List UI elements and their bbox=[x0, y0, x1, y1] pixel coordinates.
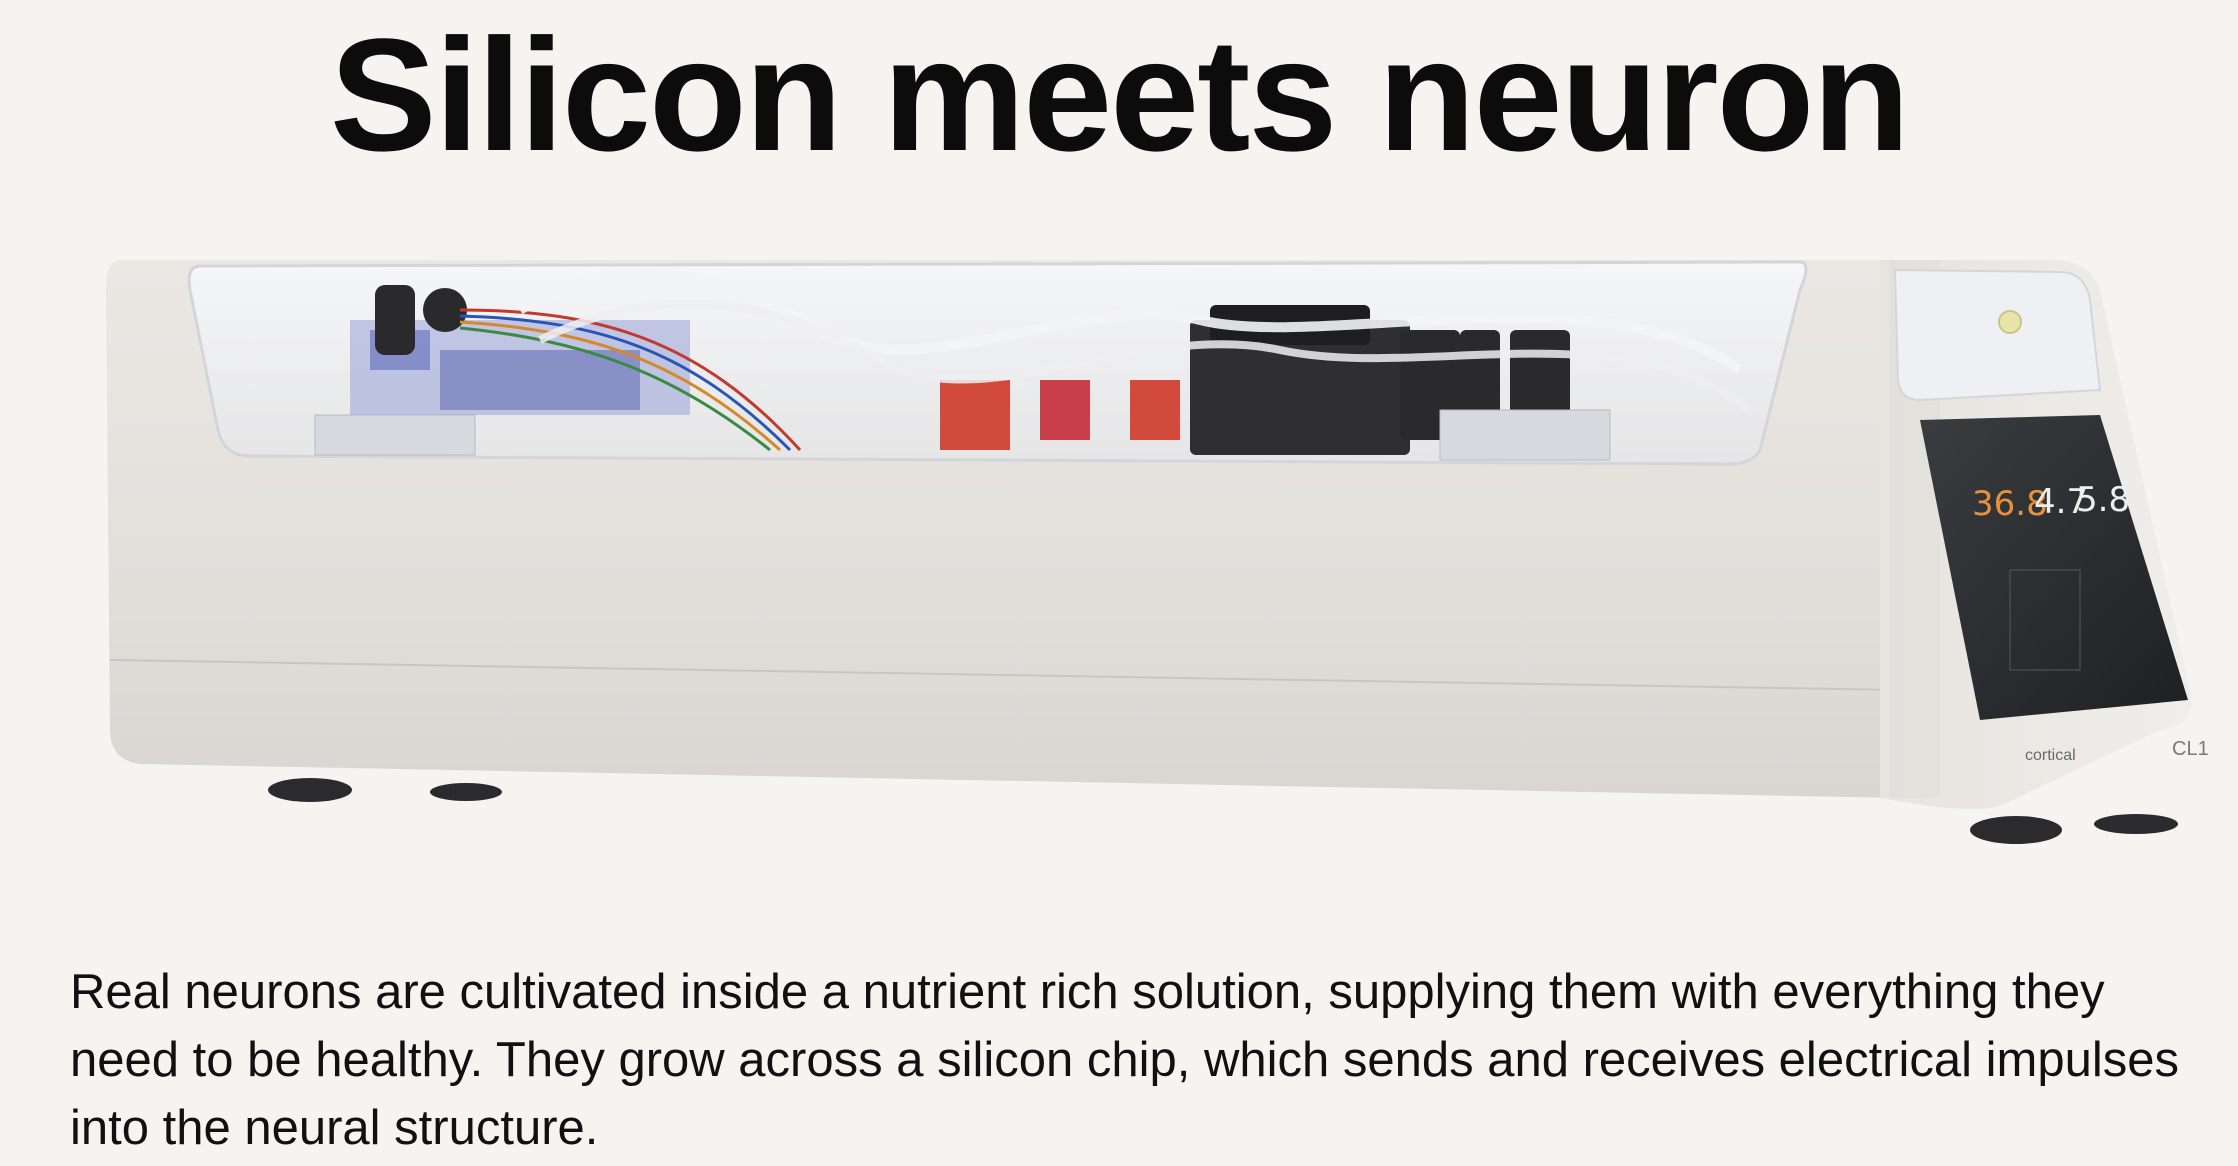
product-image: 36.8 4.7 5.8 cortical CL1 bbox=[100, 250, 2220, 850]
device-illustration: 36.8 4.7 5.8 cortical CL1 bbox=[106, 260, 2209, 844]
screen-reading: 5.8 bbox=[2076, 480, 2130, 520]
model-label: CL1 bbox=[2172, 738, 2209, 760]
device-foot bbox=[430, 783, 502, 801]
page-title: Silicon meets neuron bbox=[329, 5, 1910, 184]
device-foot bbox=[2094, 814, 2178, 834]
device-foot bbox=[268, 778, 352, 802]
brand-logo: cortical bbox=[2025, 747, 2076, 764]
status-led-icon bbox=[1998, 310, 2022, 334]
device-foot bbox=[1970, 816, 2062, 844]
description-paragraph: Real neurons are cultivated inside a nut… bbox=[70, 965, 2179, 1155]
